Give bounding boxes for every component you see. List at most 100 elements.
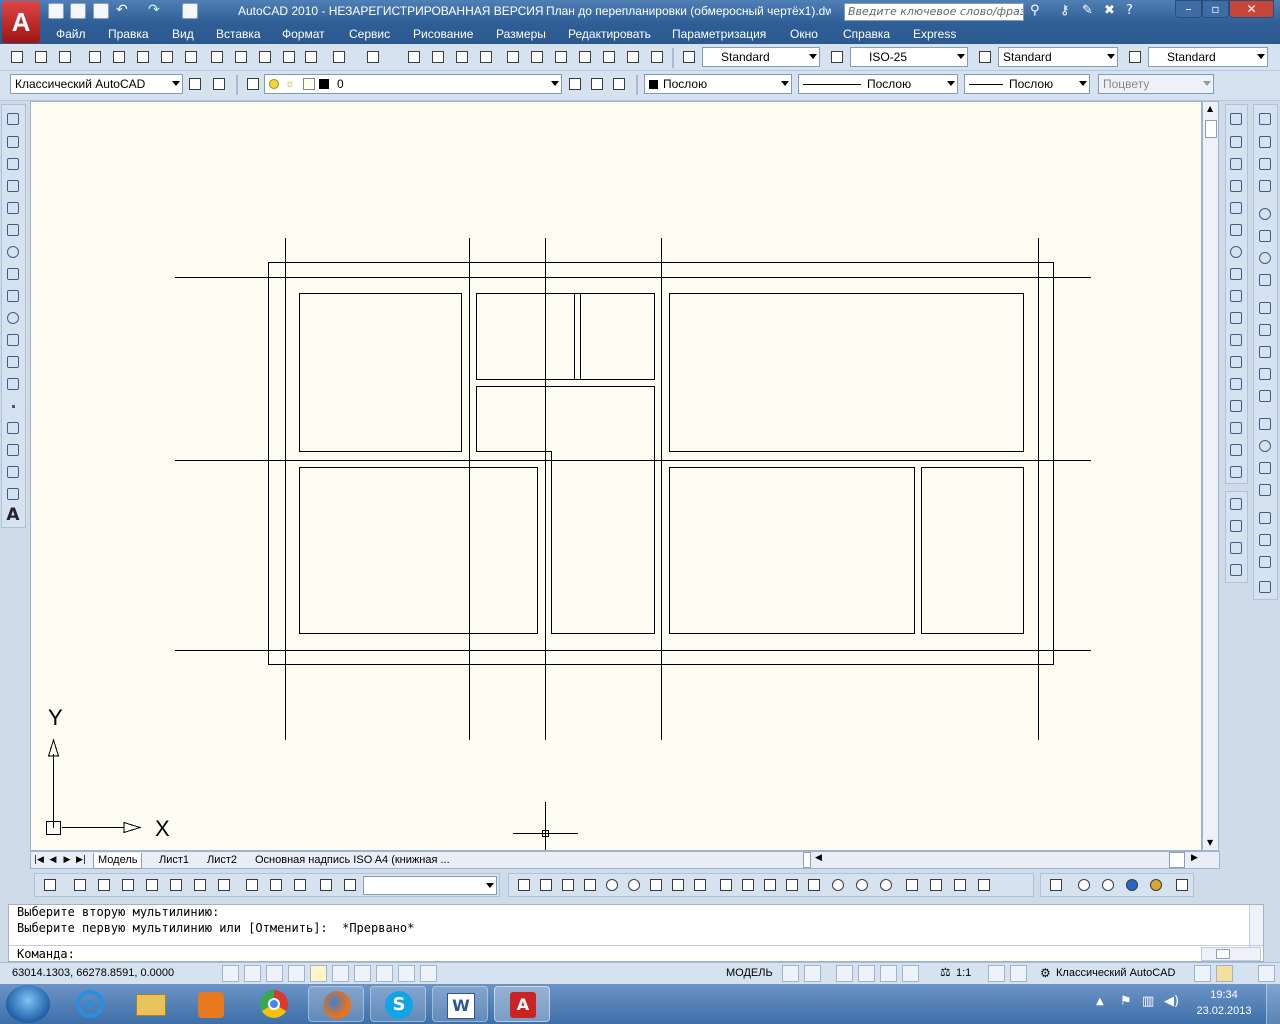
- render-environment-icon[interactable]: [1173, 876, 1191, 894]
- annotation-visibility-icon[interactable]: [988, 965, 1005, 982]
- tab-model[interactable]: Модель: [93, 853, 143, 869]
- zoom-previous-icon[interactable]: [477, 48, 495, 66]
- tolerance-icon[interactable]: [1257, 416, 1273, 432]
- key-icon[interactable]: ⚷: [1060, 3, 1078, 21]
- lineweight-select[interactable]: Послою: [964, 74, 1090, 94]
- undo-icon[interactable]: [330, 48, 348, 66]
- torus-icon[interactable]: [191, 876, 209, 894]
- help-icon[interactable]: [648, 48, 666, 66]
- offset-icon[interactable]: [1228, 178, 1244, 194]
- revision-cloud-icon[interactable]: [5, 266, 21, 282]
- revolve-icon[interactable]: [317, 876, 335, 894]
- word-icon[interactable]: W: [432, 986, 488, 1022]
- extrude-icon[interactable]: [243, 876, 261, 894]
- move-icon[interactable]: [1228, 222, 1244, 238]
- revolved-surface-icon[interactable]: [669, 876, 687, 894]
- rotate-icon[interactable]: [1228, 244, 1244, 260]
- hatch-icon[interactable]: [5, 420, 21, 436]
- tab-splitter[interactable]: [803, 852, 811, 868]
- mleader-style-select[interactable]: Standard: [1148, 47, 1268, 67]
- network-icon[interactable]: ▥: [1142, 994, 1154, 1009]
- new-file-icon[interactable]: [48, 3, 64, 19]
- markup-icon[interactable]: [600, 48, 618, 66]
- sweep-icon[interactable]: [291, 876, 309, 894]
- dynamic-ucs-icon[interactable]: [376, 965, 393, 982]
- command-input-row[interactable]: Команда:: [9, 945, 1263, 962]
- radius-dim-icon[interactable]: [1257, 206, 1273, 222]
- help-icon[interactable]: ?: [1126, 3, 1144, 21]
- copy-icon[interactable]: [232, 48, 250, 66]
- jogged-dim-icon[interactable]: [1257, 228, 1273, 244]
- hide-icon[interactable]: [1075, 876, 1093, 894]
- table-style-icon[interactable]: [976, 48, 994, 66]
- spline-icon[interactable]: [5, 288, 21, 304]
- split-face-icon[interactable]: [761, 876, 779, 894]
- skype-icon[interactable]: S: [370, 986, 426, 1022]
- rectangle-icon[interactable]: [5, 200, 21, 216]
- baseline-dim-icon[interactable]: [1257, 322, 1273, 338]
- menu-file[interactable]: Файл: [56, 27, 86, 41]
- dim-style-icon[interactable]: [828, 48, 846, 66]
- design-center-icon[interactable]: [528, 48, 546, 66]
- 3d-align-icon[interactable]: [951, 876, 969, 894]
- tab-iso-a4[interactable]: Основная надпись ISO A4 (книжная ...: [251, 853, 454, 869]
- extend-icon[interactable]: [1228, 332, 1244, 348]
- file-explorer-icon[interactable]: [122, 986, 178, 1022]
- model-space-toggle[interactable]: МОДЕЛЬ: [726, 967, 773, 979]
- visual-style-select[interactable]: [363, 876, 497, 895]
- polyline-icon[interactable]: [5, 156, 21, 172]
- showmotion-icon[interactable]: [902, 965, 919, 982]
- sphere-icon[interactable]: [143, 876, 161, 894]
- grid-display-icon[interactable]: [266, 965, 283, 982]
- match-properties-icon[interactable]: [280, 48, 298, 66]
- layer-previous-icon[interactable]: [588, 75, 606, 93]
- angular-dim-icon[interactable]: [1257, 272, 1273, 288]
- scroll-thumb[interactable]: [1205, 120, 1217, 138]
- zoom-realtime-icon[interactable]: [429, 48, 447, 66]
- zoom-status-icon[interactable]: [858, 965, 875, 982]
- media-player-icon[interactable]: [182, 986, 238, 1022]
- app-logo[interactable]: A: [2, 1, 40, 43]
- circle-icon[interactable]: [5, 244, 21, 260]
- menu-draw[interactable]: Рисование: [413, 27, 473, 41]
- subtract-icon[interactable]: [853, 876, 871, 894]
- show-desktop-button[interactable]: [1266, 984, 1280, 1024]
- extrude-face-icon[interactable]: [783, 876, 801, 894]
- linetype-select[interactable]: Послою: [798, 74, 958, 94]
- clean-screen-icon[interactable]: [1258, 965, 1275, 982]
- plotstyle-select[interactable]: Поцвету: [1098, 74, 1214, 94]
- send-under-icon[interactable]: [1228, 562, 1244, 578]
- intersect-icon[interactable]: [877, 876, 895, 894]
- explode-icon[interactable]: [1228, 464, 1244, 480]
- menu-edit[interactable]: Правка: [108, 27, 149, 41]
- command-hscroll[interactable]: [1201, 947, 1261, 961]
- mesh-torus-icon[interactable]: [625, 876, 643, 894]
- menu-parametric[interactable]: Параметризация: [672, 27, 766, 41]
- hscroll-thumb[interactable]: [1169, 852, 1185, 868]
- workspace-settings-icon[interactable]: [186, 75, 204, 93]
- bring-above-icon[interactable]: [1228, 540, 1244, 556]
- 3d-dwf-icon[interactable]: [158, 48, 176, 66]
- fillet-icon[interactable]: [1228, 442, 1244, 458]
- render-icon[interactable]: [1123, 876, 1141, 894]
- linear-dim-icon[interactable]: [1257, 111, 1273, 127]
- mesh-pyramid-icon[interactable]: [581, 876, 599, 894]
- cone-icon[interactable]: [119, 876, 137, 894]
- start-button[interactable]: [6, 985, 50, 1023]
- workspace-select[interactable]: Классический AutoCAD: [10, 74, 183, 94]
- center-mark-icon[interactable]: [1257, 438, 1273, 454]
- construction-line-icon[interactable]: [5, 134, 21, 150]
- annotation-scale-icon[interactable]: ⚖: [940, 965, 951, 979]
- color-select[interactable]: Послою: [644, 74, 792, 94]
- menu-dimension[interactable]: Размеры: [496, 27, 546, 41]
- dynamic-input-icon[interactable]: [398, 965, 415, 982]
- dim-text-edit-icon[interactable]: [1257, 532, 1273, 548]
- table-icon[interactable]: [5, 486, 21, 502]
- text-style-select[interactable]: Standard: [702, 47, 820, 67]
- dim-style-select[interactable]: ISO-25: [850, 47, 968, 67]
- command-hscroll-thumb[interactable]: [1216, 949, 1230, 959]
- visual-style-icon[interactable]: [341, 876, 359, 894]
- layer-state-icon[interactable]: [610, 75, 628, 93]
- new-icon[interactable]: [8, 48, 26, 66]
- cut-icon[interactable]: [208, 48, 226, 66]
